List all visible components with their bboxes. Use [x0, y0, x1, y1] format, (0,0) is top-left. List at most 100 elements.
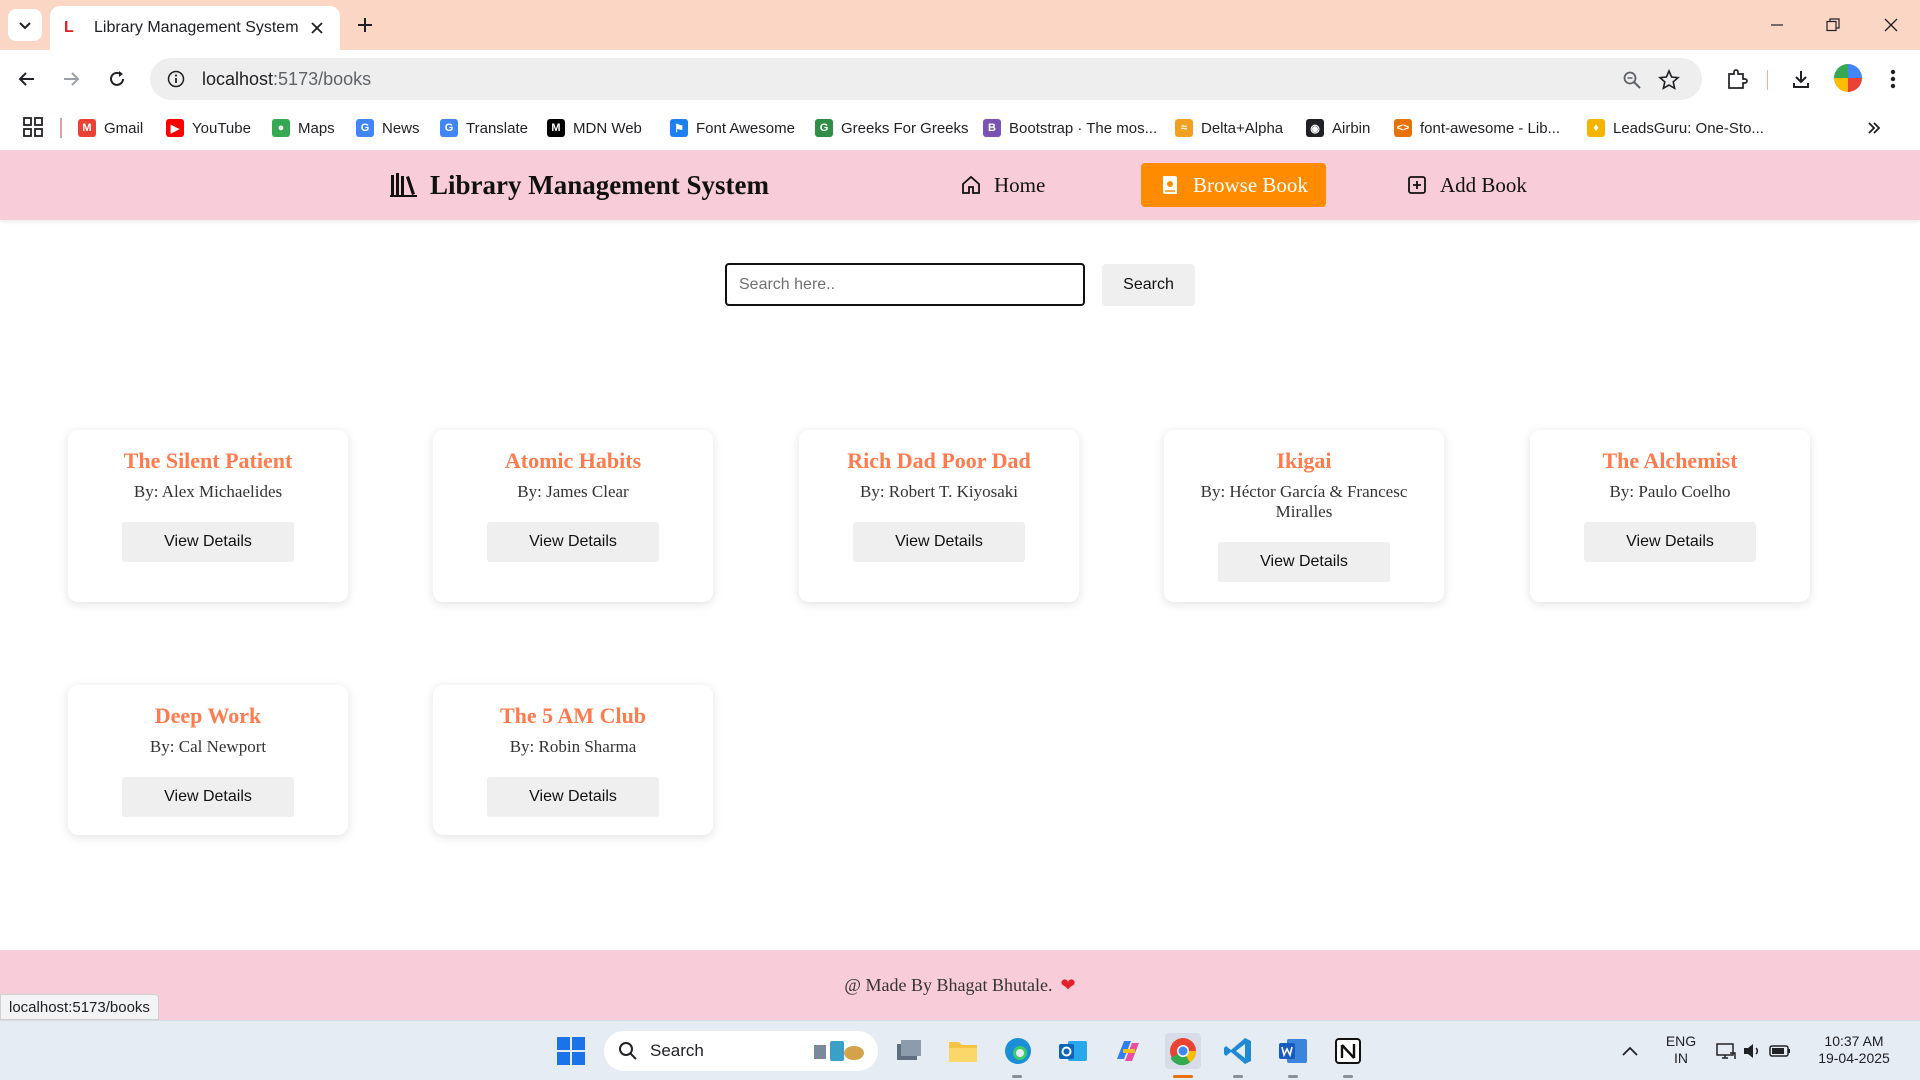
- double-chevron-right-icon: [1868, 122, 1881, 134]
- bookmark-item[interactable]: ♦ LeadsGuru: One-Sto...: [1587, 116, 1764, 140]
- bookmarks-separator: [60, 118, 62, 138]
- file-explorer-button[interactable]: [945, 1033, 981, 1069]
- nav-home[interactable]: Home: [942, 163, 1063, 207]
- view-details-button[interactable]: View Details: [1584, 522, 1756, 562]
- delta-alpha-icon: ≈: [1175, 119, 1193, 137]
- view-details-button[interactable]: View Details: [122, 777, 294, 817]
- bookmark-item[interactable]: M Gmail: [78, 116, 143, 140]
- bookmark-item[interactable]: ▶ YouTube: [166, 116, 251, 140]
- clock[interactable]: 10:37 AM 19-04-2025: [1808, 1033, 1900, 1067]
- zoom-icon[interactable]: [1620, 68, 1644, 92]
- nav-add-book[interactable]: Add Book: [1388, 163, 1545, 207]
- book-card: Deep Work By: Cal Newport View Details: [68, 685, 348, 835]
- close-tab-icon[interactable]: [308, 19, 326, 37]
- new-tab-button[interactable]: [352, 12, 378, 38]
- search-input[interactable]: [725, 263, 1085, 306]
- vscode-running-indicator: [1233, 1075, 1243, 1078]
- battery-icon[interactable]: [1766, 1033, 1794, 1069]
- edge-button[interactable]: [1000, 1033, 1036, 1069]
- translate-icon: G: [440, 119, 458, 137]
- view-details-button[interactable]: View Details: [1218, 542, 1390, 582]
- word-button[interactable]: [1275, 1033, 1311, 1069]
- tab-search-button[interactable]: [8, 9, 42, 41]
- extensions-button[interactable]: [1722, 64, 1752, 94]
- plus-icon: [358, 18, 372, 32]
- start-button[interactable]: [553, 1033, 589, 1069]
- show-hidden-icons-button[interactable]: [1616, 1033, 1644, 1069]
- bookmark-item[interactable]: G News: [356, 116, 420, 140]
- browser-tab-active[interactable]: L Library Management System: [50, 6, 340, 50]
- vscode-icon: [1224, 1038, 1251, 1064]
- airbin-icon: ◉: [1306, 119, 1324, 137]
- bookmark-label: Greeks For Greeks: [841, 119, 969, 137]
- bookmark-label: font-awesome - Lib...: [1420, 119, 1561, 137]
- notion-running-indicator: [1343, 1075, 1353, 1078]
- home-icon: [960, 174, 982, 196]
- url-path: :5173/books: [273, 68, 372, 89]
- language-indicator[interactable]: ENG IN: [1664, 1033, 1698, 1067]
- view-details-button[interactable]: View Details: [487, 777, 659, 817]
- book-author: By: Robin Sharma: [509, 737, 637, 756]
- language-top: ENG: [1665, 1033, 1697, 1049]
- downloads-button[interactable]: [1786, 64, 1816, 94]
- task-view-button[interactable]: [891, 1033, 927, 1069]
- bookmark-item[interactable]: ⚑ Font Awesome: [670, 116, 795, 140]
- minimize-icon: [1771, 24, 1783, 26]
- book-author: By: Paulo Coelho: [1609, 482, 1731, 501]
- book-title: Ikigai: [1276, 448, 1332, 473]
- maps-icon: ●: [272, 119, 290, 137]
- profile-avatar[interactable]: [1834, 64, 1862, 92]
- close-window-button[interactable]: [1876, 12, 1906, 38]
- more-bookmarks-button[interactable]: [1862, 116, 1886, 140]
- bookmark-item[interactable]: B Bootstrap · The mos...: [983, 116, 1157, 140]
- site-info-icon[interactable]: [166, 69, 186, 89]
- outlook-button[interactable]: [1055, 1033, 1091, 1069]
- bookmark-item[interactable]: ● Maps: [272, 116, 335, 140]
- browser-toolbar: localhost:5173/books: [0, 50, 1920, 108]
- restore-icon: [1826, 18, 1840, 32]
- apps-grid-icon[interactable]: [22, 116, 44, 138]
- notion-button[interactable]: [1330, 1033, 1366, 1069]
- back-button[interactable]: [12, 64, 42, 94]
- puzzle-icon: [1728, 69, 1748, 89]
- forward-button[interactable]: [56, 64, 86, 94]
- bootstrap-icon: B: [983, 119, 1001, 137]
- bookmark-item[interactable]: G Translate: [440, 116, 528, 140]
- view-details-button[interactable]: View Details: [853, 522, 1025, 562]
- chevron-up-icon: [1622, 1046, 1638, 1056]
- bookmark-item[interactable]: ≈ Delta+Alpha: [1175, 116, 1283, 140]
- bookmark-item[interactable]: G Greeks For Greeks: [815, 116, 969, 140]
- search-button[interactable]: Search: [1102, 264, 1195, 306]
- word-running-indicator: [1288, 1075, 1298, 1078]
- volume-icon[interactable]: [1740, 1033, 1764, 1069]
- chrome-button[interactable]: [1165, 1033, 1201, 1069]
- book-card: Rich Dad Poor Dad By: Robert T. Kiyosaki V…: [799, 430, 1079, 602]
- code-icon: <>: [1394, 119, 1412, 137]
- minimize-window-button[interactable]: [1762, 12, 1792, 38]
- bookmark-item[interactable]: ◉ Airbin: [1306, 116, 1370, 140]
- network-icon[interactable]: [1712, 1033, 1740, 1069]
- book-author: By: James Clear: [517, 482, 629, 501]
- reload-button[interactable]: [102, 64, 132, 94]
- windows-logo-icon: [557, 1037, 585, 1065]
- taskbar-search[interactable]: Search: [604, 1031, 878, 1071]
- vscode-button[interactable]: [1220, 1033, 1256, 1069]
- bookmark-item[interactable]: <> font-awesome - Lib...: [1394, 116, 1560, 140]
- view-details-button[interactable]: View Details: [122, 522, 294, 562]
- nav-browse-book[interactable]: Browse Book: [1141, 163, 1326, 207]
- restore-window-button[interactable]: [1818, 12, 1848, 38]
- view-details-button[interactable]: View Details: [487, 522, 659, 562]
- books-icon: [390, 173, 417, 197]
- chrome-icon: [1170, 1038, 1197, 1066]
- address-bar[interactable]: localhost:5173/books: [150, 58, 1702, 100]
- bookmark-star-icon[interactable]: [1657, 68, 1681, 92]
- brand-title: Library Management System: [430, 169, 769, 200]
- copilot-icon: [1117, 1041, 1139, 1061]
- bookmark-item[interactable]: M MDN Web: [547, 116, 642, 140]
- browser-menu-button[interactable]: [1878, 64, 1908, 94]
- search-highlight-icon: [810, 1037, 866, 1065]
- copilot-button[interactable]: [1110, 1033, 1146, 1069]
- book-author: By: Alex Michaelides: [133, 482, 283, 501]
- bookmark-label: Gmail: [104, 119, 144, 137]
- word-icon: [1279, 1039, 1307, 1063]
